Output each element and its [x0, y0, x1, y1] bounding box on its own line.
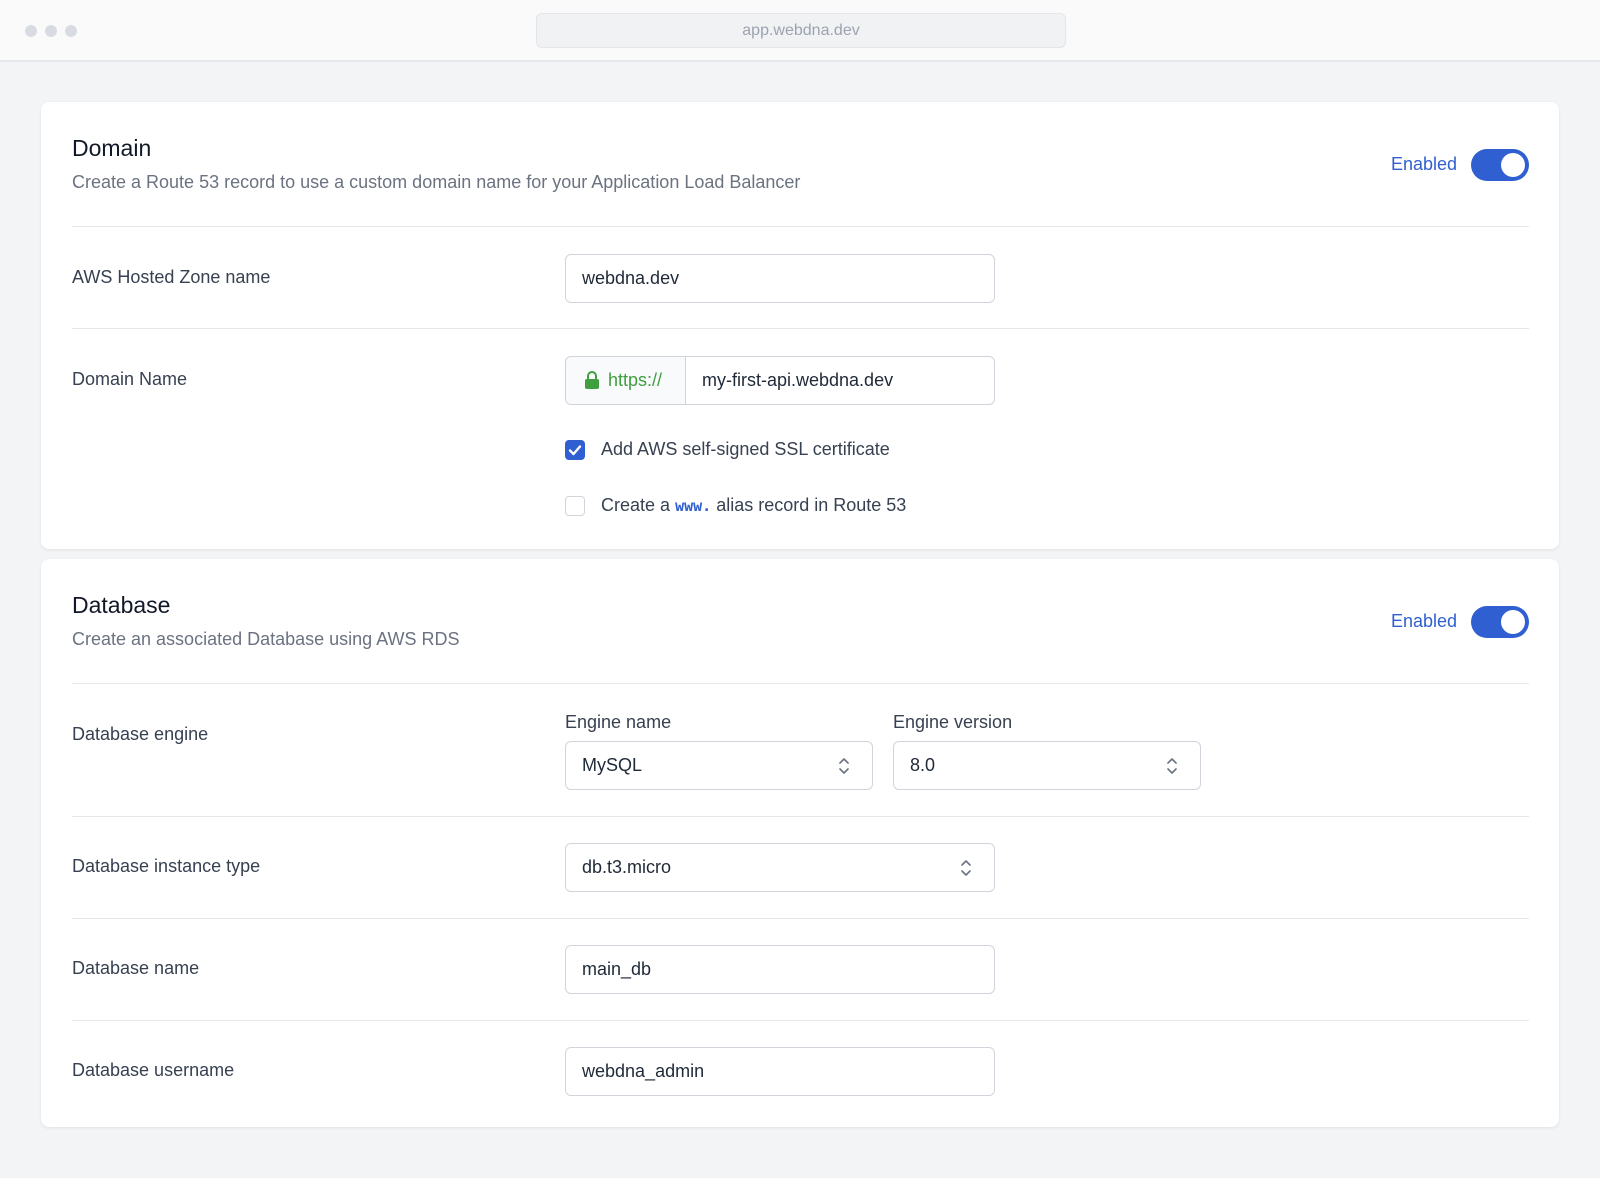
lock-icon [585, 371, 599, 389]
database-card-title: Database [72, 592, 171, 618]
domain-card-title: Domain [72, 135, 152, 161]
divider [72, 683, 1529, 684]
database-engine-label: Database engine [72, 724, 209, 744]
instance-type-value: db.t3.micro [582, 857, 672, 877]
select-chevrons-icon [961, 860, 971, 876]
divider [72, 1020, 1529, 1021]
select-chevrons-icon [839, 758, 849, 774]
ssl-certificate-label: Add AWS self-signed SSL certificate [601, 439, 890, 459]
divider [72, 918, 1529, 919]
instance-type-select[interactable]: db.t3.micro [565, 843, 995, 892]
engine-name-value: MySQL [582, 755, 643, 775]
https-prefix-text: https:// [608, 370, 663, 390]
https-prefix-addon: https:// [565, 356, 686, 405]
window-close-dot[interactable] [25, 25, 37, 37]
database-username-input[interactable]: webdna_admin [565, 1047, 995, 1096]
engine-version-label: Engine version [893, 712, 1013, 732]
database-card: Database Create an associated Database u… [41, 559, 1559, 1127]
database-enabled-label: Enabled [1391, 611, 1458, 631]
checkmark-icon [568, 445, 582, 456]
www-alias-label-after: alias record in Route 53 [716, 495, 907, 515]
divider [72, 328, 1529, 329]
domain-name-label: Domain Name [72, 369, 188, 389]
instance-type-label: Database instance type [72, 856, 261, 876]
engine-version-select[interactable]: 8.0 [893, 741, 1201, 790]
window-maximize-dot[interactable] [65, 25, 77, 37]
window-minimize-dot[interactable] [45, 25, 57, 37]
database-enabled-toggle[interactable] [1471, 606, 1529, 638]
hosted-zone-label: AWS Hosted Zone name [72, 267, 271, 287]
address-bar[interactable]: app.webdna.dev [536, 13, 1066, 48]
www-code: www. [675, 497, 712, 515]
domain-card-description: Create a Route 53 record to use a custom… [72, 172, 801, 192]
database-card-description: Create an associated Database using AWS … [72, 629, 460, 649]
www-alias-checkbox[interactable] [565, 496, 585, 516]
domain-name-input[interactable]: my-first-api.webdna.dev [686, 356, 995, 405]
database-username-label: Database username [72, 1060, 235, 1080]
hosted-zone-input[interactable]: webdna.dev [565, 254, 995, 303]
browser-toolbar: app.webdna.dev [0, 0, 1600, 62]
domain-enabled-label: Enabled [1391, 154, 1458, 174]
engine-name-select[interactable]: MySQL [565, 741, 873, 790]
toggle-knob [1501, 153, 1525, 177]
divider [72, 226, 1529, 227]
www-alias-label: Create a www. alias record in Route 53 [601, 495, 906, 516]
domain-enabled-toggle[interactable] [1471, 149, 1529, 181]
database-name-label: Database name [72, 958, 200, 978]
toggle-knob [1501, 610, 1525, 634]
domain-card: Domain Create a Route 53 record to use a… [41, 102, 1559, 549]
divider [72, 816, 1529, 817]
database-name-input[interactable]: main_db [565, 945, 995, 994]
select-chevrons-icon [1167, 758, 1177, 774]
engine-version-value: 8.0 [910, 755, 936, 775]
ssl-certificate-checkbox[interactable] [565, 440, 585, 460]
engine-name-label: Engine name [565, 712, 672, 732]
www-alias-label-before: Create a [601, 495, 671, 515]
